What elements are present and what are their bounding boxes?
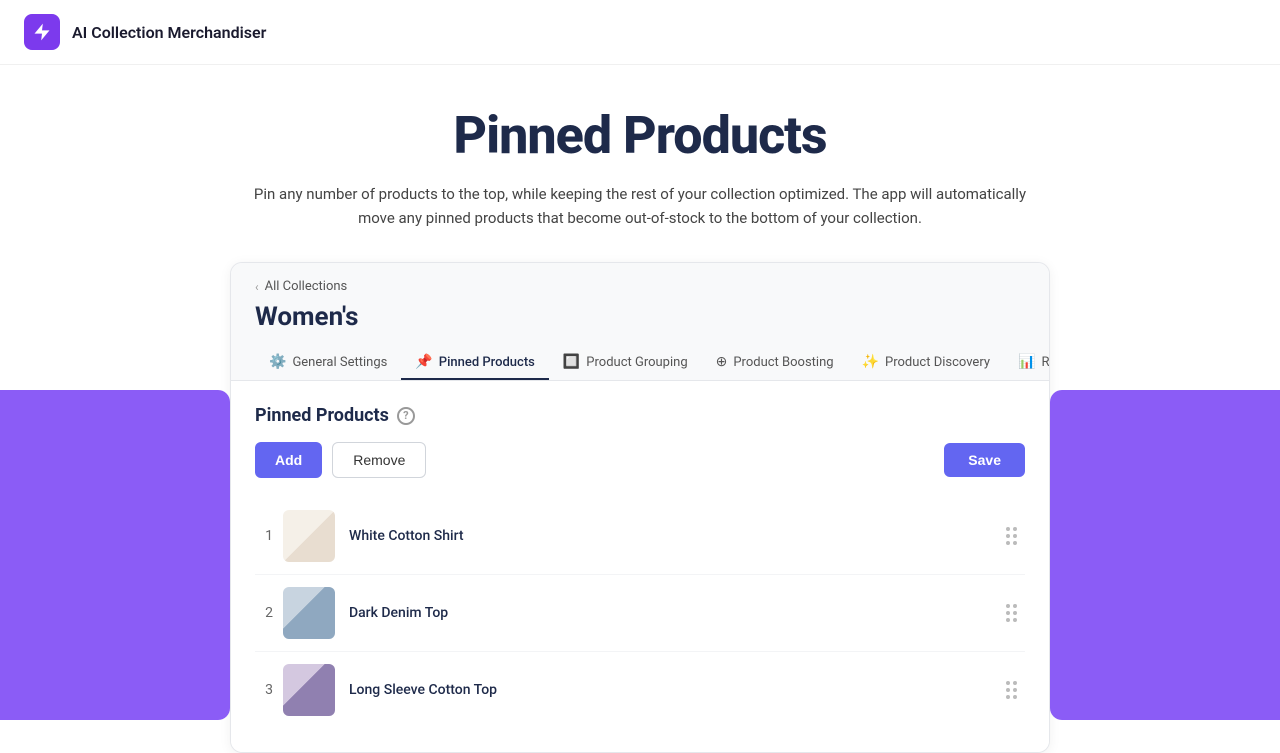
nav-tabs: ⚙️ General Settings 📌 Pinned Products 🔲 … — [255, 346, 1025, 380]
pin-icon: 📌 — [415, 354, 432, 370]
section-title: Pinned Products — [255, 405, 389, 426]
drag-handle[interactable] — [998, 600, 1025, 626]
tab-general-settings-label: General Settings — [292, 355, 387, 370]
save-button[interactable]: Save — [944, 443, 1025, 477]
bolt-icon — [32, 22, 52, 42]
product-image — [283, 664, 335, 716]
tab-general-settings[interactable]: ⚙️ General Settings — [255, 346, 401, 380]
card-body: Pinned Products ? Add Remove Save 1 Whit… — [231, 381, 1049, 752]
drag-handle[interactable] — [998, 677, 1025, 703]
tab-ranking-data[interactable]: 📊 Ranking Data — [1004, 346, 1050, 380]
tab-product-discovery-label: Product Discovery — [885, 355, 990, 370]
boosting-icon: ⊕ — [716, 354, 728, 370]
tab-product-boosting-label: Product Boosting — [733, 355, 833, 370]
discovery-icon: ✨ — [862, 354, 879, 370]
add-button[interactable]: Add — [255, 442, 322, 478]
drag-dots — [1006, 681, 1017, 699]
page-description: Pin any number of products to the top, w… — [250, 182, 1030, 230]
section-title-row: Pinned Products ? — [255, 405, 1025, 426]
drag-dots — [1006, 604, 1017, 622]
product-image — [283, 510, 335, 562]
breadcrumb-arrow: ‹ — [255, 280, 259, 294]
product-list: 1 White Cotton Shirt — [255, 498, 1025, 728]
card-nav-bar: ‹ All Collections Women's ⚙️ General Set… — [231, 263, 1049, 381]
info-icon[interactable]: ? — [397, 407, 415, 425]
app-title: AI Collection Merchandiser — [72, 23, 266, 42]
tab-pinned-products[interactable]: 📌 Pinned Products — [401, 346, 549, 380]
page-heading: Pinned Products — [453, 105, 826, 166]
breadcrumb-link[interactable]: All Collections — [265, 279, 348, 294]
product-name: Dark Denim Top — [349, 605, 998, 621]
drag-handle[interactable] — [998, 523, 1025, 549]
main-card: ‹ All Collections Women's ⚙️ General Set… — [230, 262, 1050, 753]
product-name: White Cotton Shirt — [349, 528, 998, 544]
tab-product-boosting[interactable]: ⊕ Product Boosting — [702, 346, 848, 380]
app-header: AI Collection Merchandiser — [0, 0, 1280, 65]
breadcrumb: ‹ All Collections — [255, 279, 1025, 294]
drag-dots — [1006, 527, 1017, 545]
product-image — [283, 587, 335, 639]
ranking-icon: 📊 — [1018, 354, 1035, 370]
side-panel-left — [0, 390, 230, 720]
product-number: 3 — [255, 682, 283, 698]
actions-left: Add Remove — [255, 442, 426, 478]
tab-product-grouping-label: Product Grouping — [586, 355, 687, 370]
table-row: 1 White Cotton Shirt — [255, 498, 1025, 575]
table-row: 2 Dark Denim Top — [255, 575, 1025, 652]
tab-pinned-products-label: Pinned Products — [439, 355, 535, 370]
side-panel-right — [1050, 390, 1280, 720]
product-number: 1 — [255, 528, 283, 544]
product-name: Long Sleeve Cotton Top — [349, 682, 998, 698]
app-logo — [24, 14, 60, 50]
tab-ranking-data-label: Ranking Data — [1041, 355, 1050, 370]
tab-product-grouping[interactable]: 🔲 Product Grouping — [549, 346, 702, 380]
collection-title: Women's — [255, 302, 1025, 332]
grouping-icon: 🔲 — [563, 354, 580, 370]
actions-row: Add Remove Save — [255, 442, 1025, 478]
tab-product-discovery[interactable]: ✨ Product Discovery — [848, 346, 1004, 380]
remove-button[interactable]: Remove — [332, 442, 426, 478]
product-number: 2 — [255, 605, 283, 621]
settings-icon: ⚙️ — [269, 354, 286, 370]
table-row: 3 Long Sleeve Cotton Top — [255, 652, 1025, 728]
